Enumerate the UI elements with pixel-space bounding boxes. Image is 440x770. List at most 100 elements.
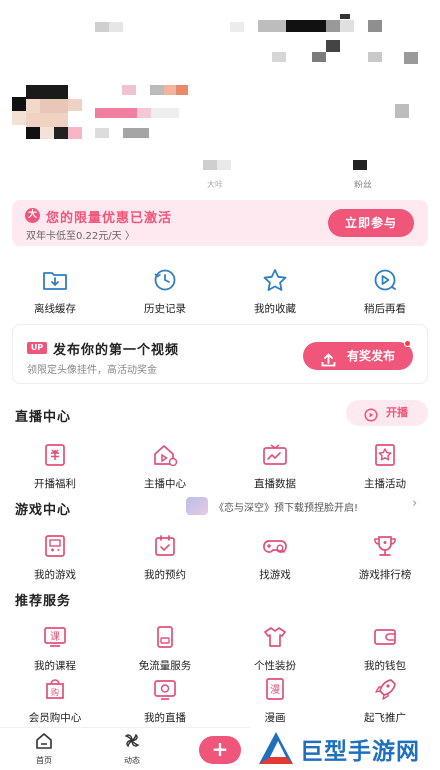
services-title: 推荐服务 (15, 594, 72, 609)
history-label: 历史记录 (144, 303, 186, 315)
game-thumbnail (186, 497, 208, 515)
watch-later-label: 稍后再看 (364, 303, 406, 315)
game-ranking-icon (370, 531, 400, 561)
reward-publish-button[interactable]: 有奖发布 (303, 340, 413, 370)
nav-home-label: 首页 (36, 756, 52, 765)
history-icon (150, 265, 180, 295)
game-promo-text: 《恋与深空》预下载预捏脸开启! (214, 503, 359, 514)
start-live-button[interactable]: 开播 (346, 400, 428, 426)
offline-cache-item[interactable]: 离线缓存 (0, 265, 110, 316)
promotion-item[interactable]: 起飞推广 (330, 674, 440, 725)
game-ranking-label: 游戏排行榜 (358, 569, 412, 581)
join-now-button[interactable]: 立即参与 (328, 209, 414, 237)
stat-label-fans: 粉丝 (354, 181, 373, 188)
live-bonus-item[interactable]: 开播福利 (0, 440, 110, 491)
upload-card-title: 发布你的第一个视频 (53, 343, 180, 358)
dress-up-label: 个性装扮 (254, 660, 296, 672)
live-center-row: 开播福利 主播中心 直播数据 主播活动 (0, 440, 440, 491)
favorites-label: 我的收藏 (254, 303, 296, 315)
my-courses-label: 我的课程 (34, 660, 76, 672)
my-reservations-item[interactable]: 我的预约 (110, 531, 220, 582)
dress-up-item[interactable]: 个性装扮 (220, 622, 330, 673)
start-live-label: 开播 (386, 406, 408, 419)
streamer-center-label: 主播中心 (144, 478, 186, 490)
play-circle-icon (364, 406, 378, 432)
live-data-item[interactable]: 直播数据 (220, 440, 330, 491)
comics-item[interactable]: 漫 漫画 (220, 674, 330, 725)
streamer-events-icon (370, 440, 400, 470)
vip-promo-banner[interactable]: 大 您的限量优惠已激活 双年卡低至0.22元/天 〉 立即参与 (12, 200, 428, 246)
live-bonus-icon (40, 440, 70, 470)
game-center-title: 游戏中心 (15, 503, 72, 518)
create-post-button[interactable]: + (199, 736, 241, 764)
up-badge: UP (27, 342, 47, 354)
streamer-events-label: 主播活动 (364, 478, 406, 490)
my-live-label: 我的直播 (144, 712, 186, 724)
promo-subtitle[interactable]: 双年卡低至0.22元/天 〉 (26, 227, 135, 242)
watermark-emblem-icon (256, 729, 296, 770)
favorites-item[interactable]: 我的收藏 (220, 265, 330, 316)
free-data-item[interactable]: 免流量服务 (110, 622, 220, 673)
my-games-item[interactable]: 我的游戏 (0, 531, 110, 582)
my-courses-icon: 课 (40, 622, 70, 652)
promotion-rocket-icon (370, 674, 400, 704)
live-data-icon (260, 440, 290, 470)
reward-publish-label: 有奖发布 (347, 349, 396, 363)
quick-actions-row: 离线缓存 历史记录 我的收藏 稍后再看 (0, 265, 440, 316)
wallet-item[interactable]: 我的钱包 (330, 622, 440, 673)
comics-label: 漫画 (264, 712, 286, 724)
game-ranking-item[interactable]: 游戏排行榜 (330, 531, 440, 582)
watermark-logo: 巨型手游网 (250, 726, 440, 770)
free-data-label: 免流量服务 (138, 660, 192, 672)
wallet-label: 我的钱包 (364, 660, 406, 672)
my-games-icon (40, 531, 70, 561)
streamer-events-item[interactable]: 主播活动 (330, 440, 440, 491)
promo-badge-icon: 大 (25, 208, 40, 223)
upload-card-subtitle: 领限定头像挂件，高活动奖金 (27, 365, 157, 376)
nav-home[interactable]: 首页 (22, 732, 66, 766)
svg-text:漫: 漫 (270, 684, 280, 696)
member-shop-label: 会员购中心 (28, 712, 82, 724)
watch-later-icon (370, 265, 400, 295)
my-reservations-icon (150, 531, 180, 561)
first-video-upload-card: UP 发布你的第一个视频 领限定头像挂件，高活动奖金 有奖发布 (12, 324, 428, 384)
my-live-item[interactable]: 我的直播 (110, 674, 220, 725)
history-item[interactable]: 历史记录 (110, 265, 220, 316)
game-center-row: 我的游戏 我的预约 找游戏 游戏排行榜 (0, 531, 440, 582)
member-shop-item[interactable]: 购 会员购中心 (0, 674, 110, 725)
watermark-text: 巨型手游网 (300, 739, 420, 765)
my-games-label: 我的游戏 (34, 569, 76, 581)
notification-dot (404, 340, 411, 347)
favorites-star-icon (260, 265, 290, 295)
pinwheel-icon (123, 732, 141, 753)
find-games-label: 找游戏 (259, 569, 291, 581)
offline-cache-label: 离线缓存 (34, 303, 76, 315)
find-games-icon (260, 531, 290, 561)
my-reservations-label: 我的预约 (144, 569, 186, 581)
streamer-center-icon (150, 440, 180, 470)
svg-text:购: 购 (51, 687, 59, 697)
nav-dynamic[interactable]: 动态 (110, 732, 154, 766)
promotion-label: 起飞推广 (364, 712, 406, 724)
profile-header-mosaic (0, 0, 440, 195)
svg-text:课: 课 (50, 631, 60, 643)
find-games-item[interactable]: 找游戏 (220, 531, 330, 582)
watch-later-item[interactable]: 稍后再看 (330, 265, 440, 316)
comics-icon: 漫 (260, 674, 290, 704)
promo-title: 您的限量优惠已激活 (46, 211, 173, 226)
streamer-center-item[interactable]: 主播中心 (110, 440, 220, 491)
member-shop-icon: 购 (40, 674, 70, 704)
my-courses-item[interactable]: 课 我的课程 (0, 622, 110, 673)
home-icon (35, 732, 53, 753)
my-live-icon (150, 674, 180, 704)
offline-cache-icon (40, 265, 70, 295)
services-row-2: 购 会员购中心 我的直播 漫 漫画 起飞推广 (0, 674, 440, 725)
upload-icon (321, 349, 336, 377)
free-data-icon (150, 622, 180, 652)
stat-label-following: 大咔 (207, 180, 223, 188)
chevron-right-icon: › (412, 496, 418, 511)
live-center-title: 直播中心 (15, 410, 72, 425)
dress-up-icon (260, 622, 290, 652)
wallet-icon (370, 622, 400, 652)
live-bonus-label: 开播福利 (34, 478, 76, 490)
